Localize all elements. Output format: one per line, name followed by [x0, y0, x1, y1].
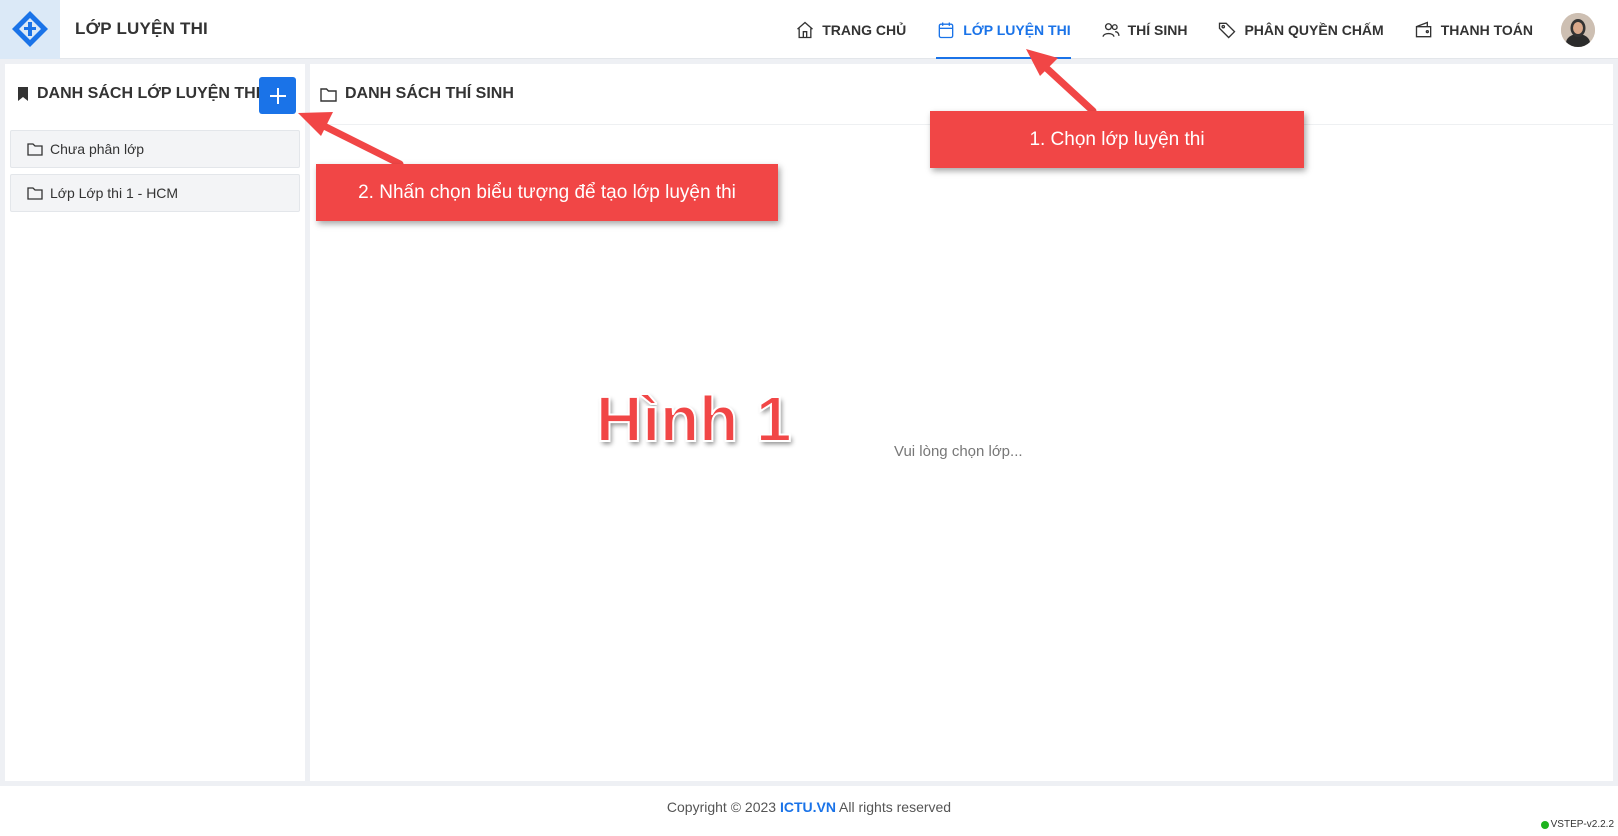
annotation-callout-1: 1. Chọn lớp luyện thi: [930, 111, 1304, 168]
class-list-panel: DANH SÁCH LỚP LUYỆN THI Chưa phân lớp Lớ…: [5, 64, 305, 781]
class-item-label: Chưa phân lớp: [50, 141, 145, 157]
nav-label: PHÂN QUYỀN CHẤM: [1244, 21, 1384, 38]
app-logo[interactable]: [0, 0, 60, 59]
brand-link[interactable]: ICTU.VN: [780, 799, 836, 815]
avatar-image: [1561, 12, 1595, 47]
wallet-icon: [1415, 21, 1432, 37]
app-title: LỚP LUYỆN THI: [75, 19, 208, 38]
class-item-chua-phan-lop[interactable]: Chưa phân lớp: [10, 130, 300, 168]
version-label: VSTEP-v2.2.2: [1550, 819, 1614, 830]
class-item-lop-thi-1[interactable]: Lớp Lớp thi 1 - HCM: [10, 174, 300, 212]
class-item-label: Lớp Lớp thi 1 - HCM: [50, 185, 179, 201]
footer: Copyright © 2023 ICTU.VN All rights rese…: [0, 786, 1618, 836]
nav-label: TRANG CHỦ: [822, 21, 907, 38]
copyright-text: Copyright © 2023 ICTU.VN All rights rese…: [0, 799, 1618, 815]
calendar-icon: [938, 22, 954, 38]
copyright-suffix: All rights reserved: [835, 799, 952, 815]
empty-state-message: Vui lòng chọn lớp...: [894, 443, 1023, 460]
nav-thanh-toan[interactable]: THANH TOÁN: [1399, 0, 1548, 59]
figure-label: Hình 1: [595, 382, 793, 456]
logo-icon: [12, 11, 48, 47]
tag-icon: [1219, 22, 1236, 38]
nav-label: THÍ SINH: [1127, 21, 1188, 38]
nav-label: LỚP LUYỆN THI: [963, 21, 1071, 38]
add-class-button[interactable]: [259, 77, 296, 114]
folder-icon: [27, 187, 43, 200]
nav-thi-sinh[interactable]: THÍ SINH: [1086, 0, 1203, 59]
student-list-title: DANH SÁCH THÍ SINH: [345, 85, 514, 102]
bookmark-icon: [18, 87, 28, 101]
class-list-title: DANH SÁCH LỚP LUYỆN THI: [37, 85, 261, 102]
version-badge: VSTEP-v2.2.2: [1540, 819, 1614, 830]
nav-lop-luyen-thi[interactable]: LỚP LUYỆN THI: [921, 0, 1085, 59]
annotation-callout-2: 2. Nhấn chọn biểu tượng để tạo lớp luyện…: [316, 164, 778, 221]
folder-icon: [27, 143, 43, 156]
nav-trang-chu[interactable]: TRANG CHỦ: [780, 0, 921, 59]
copyright-prefix: Copyright © 2023: [666, 799, 780, 815]
nav-phan-quyen-cham[interactable]: PHÂN QUYỀN CHẤM: [1202, 0, 1398, 59]
users-icon: [1101, 22, 1120, 37]
main-nav: TRANG CHỦ LỚP LUYỆN THI THÍ SINH PHÂN QU…: [780, 0, 1618, 59]
home-icon: [797, 21, 814, 38]
nav-label: THANH TOÁN: [1440, 21, 1533, 38]
status-dot-icon: [1540, 820, 1549, 829]
top-header: LỚP LUYỆN THI TRANG CHỦ LỚP LUYỆN THI TH…: [0, 0, 1618, 59]
plus-icon: [269, 87, 286, 104]
user-avatar-button[interactable]: [1548, 0, 1608, 59]
folder-icon: [320, 87, 337, 102]
avatar: [1561, 12, 1595, 47]
